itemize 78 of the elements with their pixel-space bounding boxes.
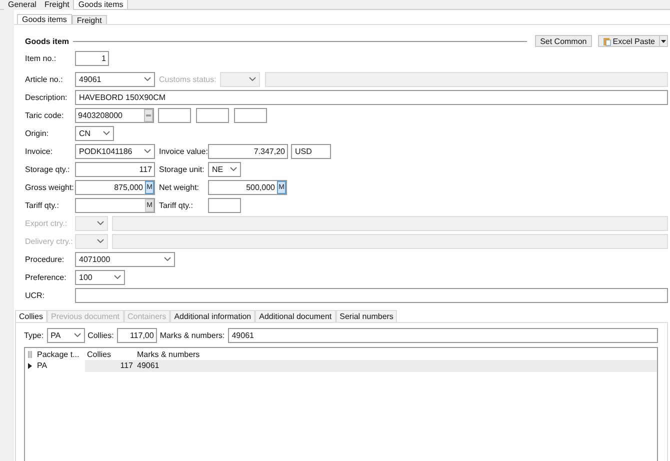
chevron-down-icon <box>114 275 121 279</box>
chevron-down-icon <box>249 77 256 81</box>
chevron-down-icon <box>144 77 151 81</box>
input-field[interactable] <box>196 108 229 122</box>
field-label: Taric code: <box>25 110 65 120</box>
field-label: Origin: <box>25 128 50 138</box>
chevron-down-icon <box>103 131 110 135</box>
tab[interactable]: Additional information <box>170 310 256 322</box>
field-label: Collies: <box>88 330 114 340</box>
input-field[interactable] <box>75 288 668 302</box>
input-field[interactable]: 9403208000 <box>75 108 154 122</box>
input-field[interactable] <box>234 108 267 122</box>
tab[interactable]: Collies <box>15 310 48 322</box>
field-label: Storage unit: <box>159 164 206 174</box>
dropdown-arrow-button[interactable] <box>659 35 668 47</box>
field-label: Type: <box>24 330 44 340</box>
tab[interactable]: Freight <box>40 0 74 10</box>
chevron-down-icon <box>74 333 81 337</box>
field-label: Invoice: <box>25 146 54 156</box>
field-label: Article no.: <box>25 74 64 84</box>
tab[interactable]: Additional document <box>255 310 336 322</box>
row-pointer-icon <box>28 363 32 369</box>
dropdown-field[interactable]: PODK1041186 <box>75 144 155 158</box>
dropdown-field[interactable]: 100 <box>75 270 125 284</box>
field-label: Storage qty.: <box>25 164 71 174</box>
field-label: Description: <box>25 92 68 102</box>
tab[interactable]: Serial numbers <box>336 310 398 322</box>
input-field[interactable]: 117 <box>75 162 155 176</box>
tab: Containers <box>124 310 170 322</box>
chevron-down-icon <box>97 239 104 243</box>
lookup-button[interactable] <box>144 108 153 122</box>
dropdown-field[interactable]: 4071000 <box>75 252 175 266</box>
input-field[interactable]: 1 <box>75 50 109 66</box>
input-field[interactable]: 49061 <box>228 328 658 342</box>
field-label: Gross weight: <box>25 182 75 192</box>
chevron-down-icon <box>164 257 171 261</box>
field-label: Preference: <box>25 272 68 282</box>
field-label: Item no.: <box>25 54 58 62</box>
section-title: Goods item <box>25 36 70 46</box>
field-label: Delivery ctry.: <box>25 236 74 246</box>
tab: Previous document <box>47 310 124 322</box>
field-label: Customs status: <box>159 74 216 84</box>
dropdown-field[interactable]: NE <box>208 162 241 176</box>
field-label: Export ctry.: <box>25 218 68 228</box>
column-chooser-icon <box>28 350 32 358</box>
column-header[interactable]: Collies <box>85 350 135 358</box>
dropdown-field[interactable]: CN <box>75 126 114 140</box>
input-field[interactable] <box>158 108 191 122</box>
dropdown-field[interactable]: PA <box>46 328 85 342</box>
table-cell: 49061 <box>135 360 657 372</box>
field-label: Tariff qty.: <box>159 200 194 210</box>
input-field[interactable]: HAVEBORD 150X90CM <box>75 90 668 104</box>
input-field[interactable]: USD <box>291 144 331 158</box>
input-field[interactable]: 7.347,20 <box>208 144 288 158</box>
clipboard-icon <box>602 36 611 46</box>
dropdown-field[interactable]: 49061 <box>75 72 155 86</box>
caret-icon <box>661 40 666 42</box>
input-field[interactable]: 117,00 <box>116 328 157 342</box>
table-cell: 117 <box>85 360 135 372</box>
field-label: Procedure: <box>25 254 66 264</box>
tab[interactable]: General <box>4 0 40 10</box>
excel-paste-button[interactable]: Excel Paste <box>598 35 660 47</box>
column-header[interactable]: Marks & numbers <box>135 350 657 358</box>
tab[interactable]: Goods items <box>73 0 128 10</box>
chevron-down-icon <box>97 221 104 225</box>
dash-icon <box>146 114 151 116</box>
chevron-down-icon <box>230 167 237 171</box>
chevron-down-icon <box>144 149 151 153</box>
tab[interactable]: Goods items <box>17 14 72 24</box>
field-label: UCR: <box>25 290 46 300</box>
column-header[interactable]: Package t... <box>35 350 85 358</box>
field-label: Tariff qty.: <box>25 200 60 210</box>
field-label: Net weight: <box>159 182 200 192</box>
input-field[interactable] <box>208 198 241 212</box>
set-common-button[interactable]: Set Common <box>535 35 592 47</box>
field-label: Marks & numbers: <box>160 330 225 340</box>
field-label: Invoice value: <box>159 146 208 156</box>
tab[interactable]: Freight <box>72 15 107 24</box>
